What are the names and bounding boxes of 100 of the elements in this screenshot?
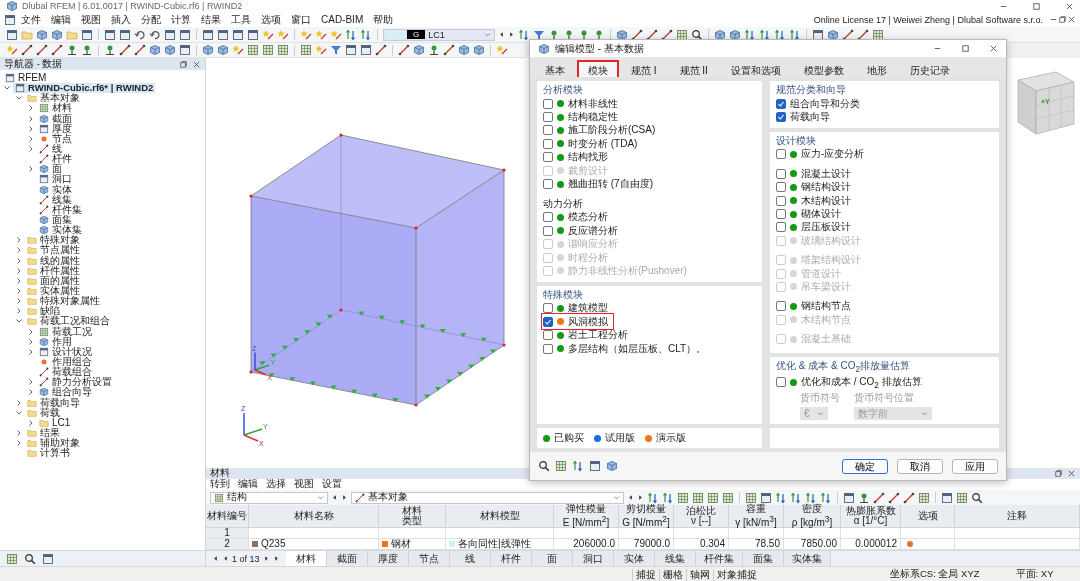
status-toggle[interactable]: 对象捕捉: [713, 568, 760, 581]
tab[interactable]: 杆件: [490, 551, 532, 566]
star-icon[interactable]: [232, 44, 244, 56]
window-icon[interactable]: [81, 28, 93, 41]
tree-item[interactable]: 荷载向导: [25, 397, 82, 408]
grid-icon[interactable]: [692, 491, 704, 504]
grid-icon[interactable]: [872, 28, 884, 41]
checkbox[interactable]: [776, 98, 786, 109]
cube-icon[interactable]: [36, 28, 48, 41]
checkbox[interactable]: [543, 152, 553, 163]
cube-icon[interactable]: [164, 44, 176, 56]
checkbox[interactable]: [543, 225, 553, 236]
window-icon[interactable]: [843, 491, 855, 504]
window-icon[interactable]: [4, 13, 16, 26]
pin-icon[interactable]: [81, 44, 93, 56]
close-icon[interactable]: [1067, 469, 1076, 478]
filter-dropdown[interactable]: 结构: [210, 491, 328, 504]
line-icon[interactable]: [21, 44, 33, 56]
search-icon[interactable]: [538, 460, 550, 472]
restore-icon[interactable]: [1058, 15, 1067, 24]
pin-icon[interactable]: [104, 44, 116, 56]
chevron-right-icon[interactable]: [27, 134, 35, 143]
arrows-icon[interactable]: [775, 491, 787, 504]
arrows-icon[interactable]: [518, 28, 530, 41]
cube-icon[interactable]: [827, 28, 839, 41]
pin-icon[interactable]: [858, 491, 870, 504]
line-icon[interactable]: [646, 28, 658, 41]
checkbox[interactable]: [543, 98, 553, 109]
window-icon[interactable]: [232, 28, 244, 41]
tree-item[interactable]: 结果: [25, 428, 62, 438]
cube-icon[interactable]: [616, 28, 628, 41]
line-icon[interactable]: [857, 28, 869, 41]
chevron-right-icon[interactable]: [27, 418, 35, 427]
cube-icon[interactable]: [51, 28, 63, 41]
menu-item[interactable]: 帮助: [368, 13, 399, 26]
star-icon[interactable]: [315, 28, 327, 41]
window-icon[interactable]: [941, 491, 953, 504]
chevron-right-icon[interactable]: [15, 429, 23, 437]
menu-item[interactable]: 插入: [106, 13, 136, 26]
line-icon[interactable]: [903, 491, 915, 504]
tree-item[interactable]: 辅助对象: [25, 438, 82, 449]
tree-item[interactable]: 杆件: [37, 154, 74, 165]
line-icon[interactable]: [842, 28, 854, 41]
tab[interactable]: 材料: [285, 551, 327, 566]
line-icon[interactable]: [398, 44, 410, 56]
line-icon[interactable]: [443, 44, 455, 56]
star-icon[interactable]: [6, 44, 18, 56]
chevron-right-icon[interactable]: [15, 236, 23, 245]
column-header[interactable]: 材料编号: [206, 505, 249, 528]
tab[interactable]: 厚度: [367, 551, 409, 566]
tree-item[interactable]: 线的属性: [25, 255, 82, 266]
column-header[interactable]: 热膨胀系数 α [1/°C]: [841, 505, 901, 528]
filter-dropdown[interactable]: 基本对象: [351, 491, 624, 504]
window-icon[interactable]: [589, 460, 601, 472]
column-header[interactable]: 材料类型: [379, 505, 446, 528]
arrows-icon[interactable]: [789, 28, 801, 41]
close-icon[interactable]: [192, 59, 201, 69]
search-icon[interactable]: [24, 552, 36, 565]
checkbox[interactable]: [776, 209, 786, 220]
tree-item[interactable]: 杆件属性: [25, 265, 82, 276]
line-icon[interactable]: [51, 44, 63, 56]
grid-icon[interactable]: [745, 491, 757, 504]
chevron-right-icon[interactable]: [27, 145, 35, 154]
window-icon[interactable]: [119, 28, 131, 41]
chevron-right-icon[interactable]: [27, 378, 35, 387]
tree-item[interactable]: 节点: [37, 133, 74, 144]
window-icon[interactable]: [217, 28, 229, 41]
grid-icon[interactable]: [677, 491, 689, 504]
column-header[interactable]: 密度 ρ [kg/m$^{3}$]: [784, 505, 841, 528]
arrows-icon[interactable]: [744, 28, 756, 41]
tree-item[interactable]: 实体: [37, 184, 74, 195]
cube-icon[interactable]: [729, 28, 741, 41]
restore-icon[interactable]: [1054, 469, 1063, 478]
column-header[interactable]: 材料模型: [446, 505, 554, 528]
chevron-right-icon[interactable]: [15, 246, 23, 255]
chevron-down-icon[interactable]: [15, 408, 23, 417]
line-icon[interactable]: [375, 44, 387, 56]
chevron-right-icon[interactable]: [27, 337, 35, 346]
column-header[interactable]: 泊松比 ν [--]: [674, 505, 729, 528]
load-case-dropdown[interactable]: G LC1: [383, 28, 495, 41]
chevron-right-icon[interactable]: [15, 297, 23, 306]
menu-item[interactable]: 选择: [262, 478, 290, 491]
tab[interactable]: 面: [531, 551, 573, 566]
tree-item[interactable]: 缺陷: [25, 306, 62, 317]
triangle-right-icon[interactable]: [508, 31, 515, 38]
search-icon[interactable]: [691, 28, 703, 41]
tree-item[interactable]: 面的属性: [25, 275, 82, 286]
window-icon[interactable]: [6, 28, 18, 41]
tree-item[interactable]: 荷载工况和组合: [25, 316, 112, 327]
cube-icon[interactable]: [413, 44, 425, 56]
chevron-right-icon[interactable]: [27, 124, 35, 133]
tree-item[interactable]: LC1: [37, 417, 73, 428]
column-header[interactable]: 容重 γ [kN/m$^{3}$]: [729, 505, 784, 528]
window-icon[interactable]: [345, 44, 357, 56]
tree-item[interactable]: 作用: [37, 336, 74, 347]
star-icon[interactable]: [300, 28, 312, 41]
arrows-icon[interactable]: [820, 491, 832, 504]
tab[interactable]: 洞口: [572, 551, 614, 566]
maximize-icon[interactable]: [1032, 1, 1041, 11]
chevron-right-icon[interactable]: [27, 327, 35, 336]
